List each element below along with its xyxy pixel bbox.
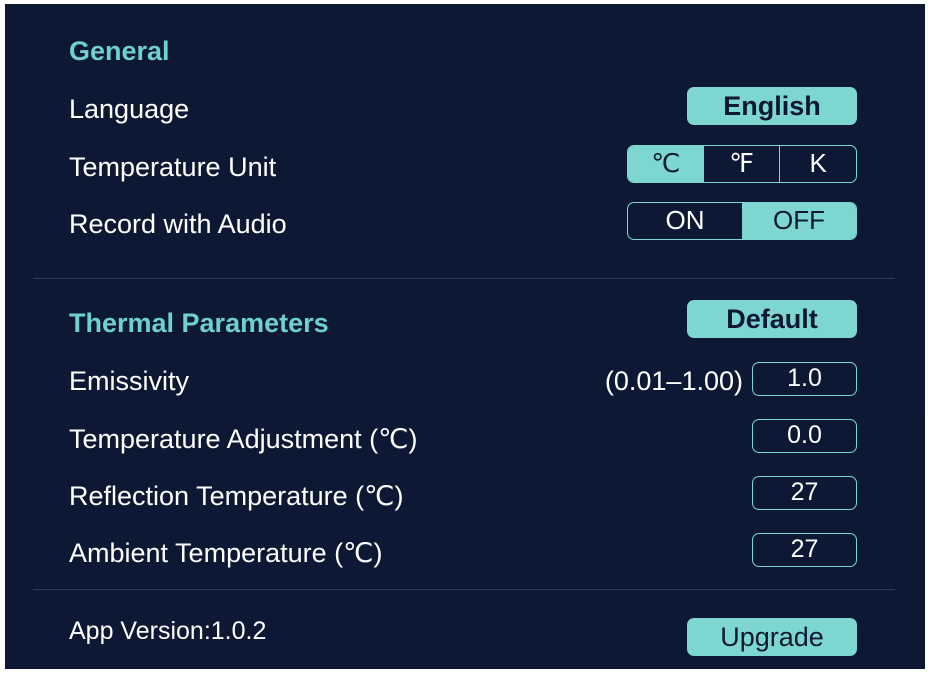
- footer-divider: [33, 589, 895, 590]
- emissivity-input[interactable]: 1.0: [752, 362, 857, 396]
- section-title-thermal: Thermal Parameters: [69, 308, 329, 338]
- section-divider: [33, 278, 895, 279]
- temperature-unit-label: Temperature Unit: [69, 152, 277, 182]
- temperature-unit-selector: ℃ ℉ K: [627, 145, 857, 183]
- temperature-adjustment-input[interactable]: 0.0: [752, 419, 857, 453]
- app-version: App Version:1.0.2: [69, 617, 267, 645]
- emissivity-range: (0.01–1.00): [604, 366, 743, 396]
- reflection-temperature-label: Reflection Temperature (℃): [69, 481, 404, 511]
- default-button[interactable]: Default: [687, 300, 857, 338]
- unit-option-fahrenheit[interactable]: ℉: [704, 146, 780, 182]
- audio-option-off[interactable]: OFF: [742, 203, 856, 239]
- ambient-temperature-label: Ambient Temperature (℃): [69, 538, 383, 568]
- reflection-temperature-input[interactable]: 27: [752, 476, 857, 510]
- temperature-adjustment-label: Temperature Adjustment (℃): [69, 424, 418, 454]
- audio-option-on[interactable]: ON: [628, 203, 742, 239]
- record-audio-label: Record with Audio: [69, 209, 287, 239]
- settings-screen: General Language English Temperature Uni…: [5, 4, 925, 669]
- section-title-general: General: [69, 36, 170, 66]
- language-button[interactable]: English: [687, 87, 857, 125]
- ambient-temperature-input[interactable]: 27: [752, 533, 857, 567]
- upgrade-button[interactable]: Upgrade: [687, 618, 857, 656]
- emissivity-label: Emissivity: [69, 366, 189, 396]
- record-audio-toggle: ON OFF: [627, 202, 857, 240]
- scrollbar-track: [921, 414, 925, 669]
- unit-option-kelvin[interactable]: K: [779, 146, 856, 182]
- unit-option-celsius[interactable]: ℃: [628, 146, 704, 182]
- language-label: Language: [69, 94, 190, 124]
